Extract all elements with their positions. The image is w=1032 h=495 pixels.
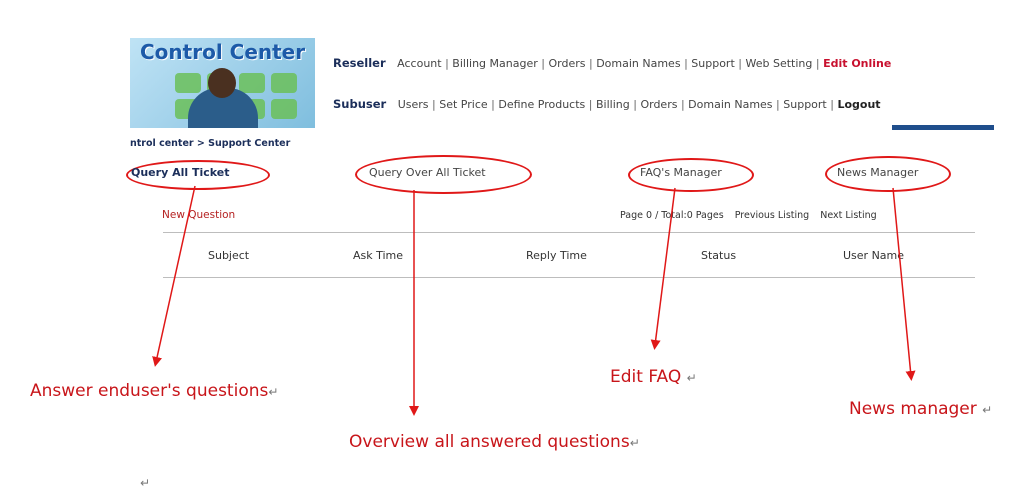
annotation-edit-faq: Edit FAQ ↵ [610,367,697,387]
return-mark: ↵ [686,371,697,385]
annotation-overview: Overview all answered questions↵ [349,432,640,452]
return-mark: ↵ [629,436,640,450]
return-mark: ↵ [982,403,993,417]
arrow-answer [152,185,196,367]
arrow-news [892,187,916,381]
annotation-news-manager: News manager ↵ [849,399,992,419]
return-mark: ↵ [268,385,279,399]
annotation-news-text: News manager [849,399,977,419]
annotation-answer-questions: Answer enduser's questions↵ [30,381,278,401]
annotation-answer-text: Answer enduser's questions [30,381,269,401]
trailing-return-mark: ↵ [140,476,151,490]
annotation-edit-faq-text: Edit FAQ [610,367,682,387]
annotation-overview-text: Overview all answered questions [349,432,630,452]
annotation-arrows [152,185,916,416]
arrow-edit-faq [650,187,676,350]
